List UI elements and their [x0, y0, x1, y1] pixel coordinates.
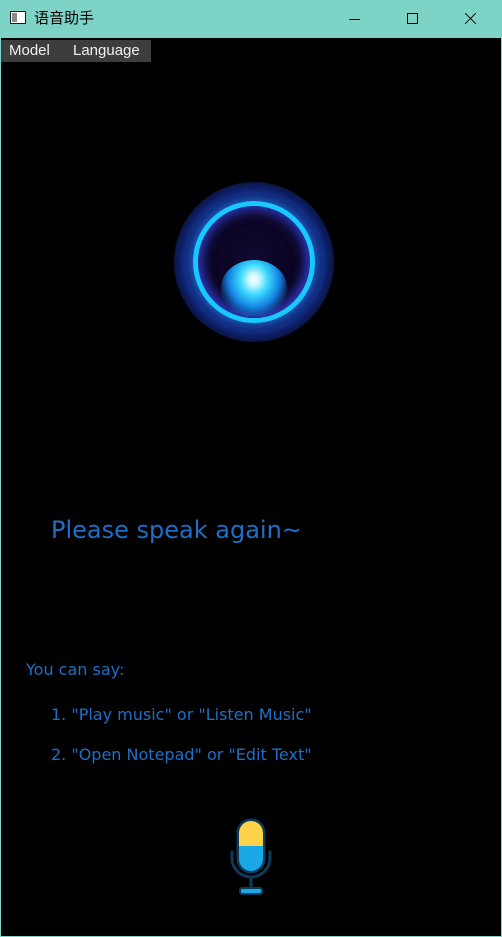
microphone-icon[interactable]	[228, 818, 274, 898]
minimize-button[interactable]	[326, 0, 384, 38]
hint-item-play-music: 1. "Play music" or "Listen Music"	[51, 705, 312, 724]
title-bar[interactable]: 语音助手	[0, 0, 502, 38]
menu-bar: Model Language	[1, 40, 151, 62]
menu-item-model[interactable]: Model	[9, 42, 50, 60]
status-message: Please speak again~	[51, 516, 302, 544]
maximize-button[interactable]	[384, 0, 442, 38]
hint-item-open-notepad: 2. "Open Notepad" or "Edit Text"	[51, 745, 312, 764]
window-app-icon	[10, 11, 26, 24]
close-button[interactable]	[442, 0, 500, 38]
orb-core	[221, 260, 287, 316]
app-window: 语音助手 Model Language Please speak again~ …	[0, 0, 502, 937]
main-content: Model Language Please speak again~ You c…	[1, 38, 501, 936]
menu-item-language[interactable]: Language	[73, 42, 140, 60]
hint-title: You can say:	[26, 660, 125, 679]
window-title: 语音助手	[34, 9, 95, 27]
